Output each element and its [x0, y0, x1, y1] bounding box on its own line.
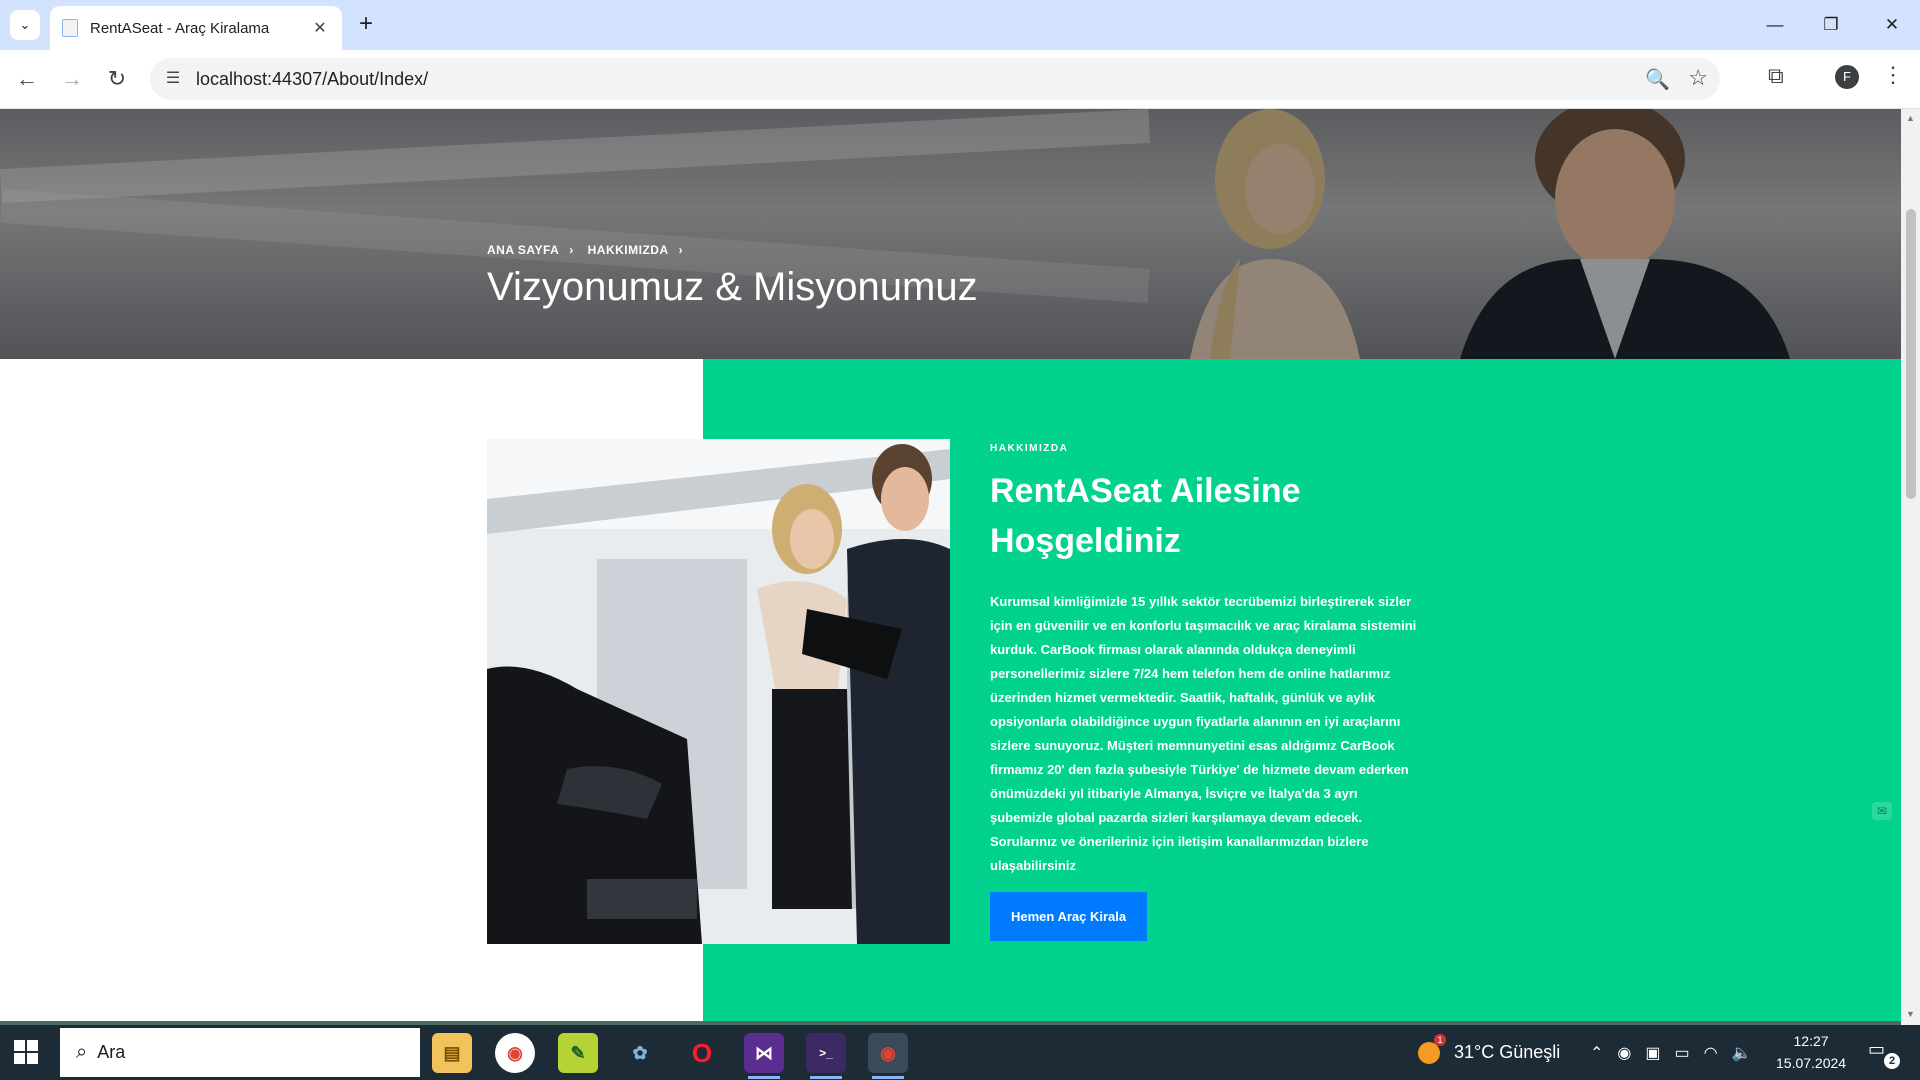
scroll-up-arrow-icon[interactable]: ▲: [1906, 113, 1915, 123]
showroom-couple-car-image: [487, 439, 950, 944]
weather-text: 31°C Güneşli: [1454, 1042, 1561, 1062]
chrome-profile-icon[interactable]: ◉: [868, 1033, 908, 1079]
browser-toolbar: ← → ↻ ☰ localhost:44307/About/Index/ 🔍 ☆…: [0, 50, 1920, 109]
file-explorer-icon[interactable]: ▤: [432, 1033, 472, 1073]
weather-sun-icon: [1418, 1033, 1446, 1064]
chevron-right-icon: ›: [678, 243, 684, 257]
windows-start-icon[interactable]: [14, 1040, 38, 1064]
about-paragraph: Kurumsal kimliğimizle 15 yıllık sektör t…: [990, 594, 1417, 873]
page-viewport: ANA SAYFA › HAKKIMIZDA › Vizyonumuz & Misy…: [0, 109, 1901, 1025]
breadcrumb-current: HAKKIMIZDA: [587, 243, 669, 257]
about-content: HAKKIMIZDA RentASeat Ailesine Hoşgeldini…: [990, 439, 1420, 941]
chat-widget-icon[interactable]: ✉: [1872, 802, 1892, 820]
hero-banner: ANA SAYFA › HAKKIMIZDA › Vizyonumuz & Misy…: [0, 109, 1901, 359]
browser-window: ⌄ RentASeat - Araç Kiralama ✕ + — ❐ ✕ ← …: [0, 0, 1920, 1025]
taskbar-search-box[interactable]: ⌕ Ara: [60, 1028, 420, 1077]
show-hidden-icons-chevron-icon[interactable]: ⌃: [1590, 1043, 1603, 1063]
taskbar-search-placeholder: Ara: [97, 1042, 126, 1062]
reload-icon[interactable]: ↻: [101, 63, 133, 95]
scrollbar-thumb[interactable]: [1906, 209, 1916, 499]
notification-count: 2: [1884, 1053, 1900, 1069]
opera-icon[interactable]: O: [682, 1033, 722, 1073]
breadcrumb-home[interactable]: ANA SAYFA: [487, 243, 559, 257]
tab-active[interactable]: RentASeat - Araç Kiralama ✕: [50, 6, 342, 50]
rent-car-button[interactable]: Hemen Araç Kirala: [990, 892, 1148, 941]
zoom-icon[interactable]: 🔍: [1645, 67, 1670, 92]
back-arrow-icon[interactable]: ←: [11, 63, 43, 95]
bookmark-star-icon[interactable]: ☆: [1688, 65, 1708, 91]
heading-line-2: Hoşgeldiniz: [990, 522, 1181, 560]
address-bar[interactable]: ☰ localhost:44307/About/Index/ 🔍 ☆: [150, 58, 1720, 100]
camera-icon[interactable]: ▣: [1645, 1043, 1660, 1063]
volume-icon[interactable]: 🔈: [1732, 1043, 1752, 1063]
clock[interactable]: 12:27 15.07.2024: [1776, 1030, 1846, 1074]
terminal-icon[interactable]: >_: [806, 1033, 846, 1079]
chrome-icon[interactable]: ◉: [495, 1033, 535, 1073]
wifi-icon[interactable]: ◠: [1704, 1043, 1718, 1063]
paint-app-icon[interactable]: ✿: [620, 1033, 660, 1073]
page-title: Vizyonumuz & Misyonumuz: [487, 265, 978, 309]
browser-menu-icon[interactable]: ⋮: [1882, 62, 1904, 88]
visual-studio-icon[interactable]: ⋈: [744, 1033, 784, 1079]
new-tab-plus-icon[interactable]: +: [352, 10, 380, 40]
system-tray: ⌃ ◉ ▣ ▭ ◠ 🔈: [1590, 1025, 1752, 1080]
notification-center-icon[interactable]: ▭ 2: [1868, 1039, 1900, 1069]
about-image: [487, 439, 950, 944]
forward-arrow-icon[interactable]: →: [56, 63, 88, 95]
tab-search-chevron-icon[interactable]: ⌄: [10, 10, 40, 40]
windows-taskbar: ⌕ Ara ▤ ◉ ✎ ✿ O ⋈ >_ ◉ 31°C Güneşli ⌃ ◉ …: [0, 1025, 1920, 1080]
heading-line-1: RentASeat Ailesine: [990, 472, 1301, 510]
clock-date: 15.07.2024: [1776, 1055, 1847, 1071]
profile-avatar[interactable]: F: [1835, 65, 1859, 89]
restore-icon[interactable]: ❐: [1803, 0, 1859, 50]
app-tool-icon[interactable]: ✎: [558, 1033, 598, 1073]
page-favicon-icon: [62, 19, 78, 37]
clock-time: 12:27: [1793, 1033, 1829, 1049]
record-icon[interactable]: ◉: [1617, 1043, 1631, 1063]
search-icon: ⌕: [76, 1041, 88, 1063]
hero-dark-overlay: [0, 109, 1901, 359]
chevron-right-icon: ›: [569, 243, 574, 257]
battery-icon[interactable]: ▭: [1675, 1043, 1690, 1063]
section-heading: RentASeat Ailesine Hoşgeldiniz: [990, 466, 1420, 566]
url-text[interactable]: localhost:44307/About/Index/: [196, 69, 428, 90]
minimize-icon[interactable]: —: [1747, 0, 1803, 50]
scroll-down-arrow-icon[interactable]: ▼: [1906, 1009, 1915, 1019]
breadcrumb: ANA SAYFA › HAKKIMIZDA ›: [487, 243, 693, 257]
tab-strip: ⌄ RentASeat - Araç Kiralama ✕ + — ❐ ✕: [0, 0, 1920, 50]
tab-close-icon[interactable]: ✕: [310, 18, 330, 38]
page-scrollbar[interactable]: ▲ ▼: [1901, 109, 1920, 1025]
site-info-icon[interactable]: ☰: [162, 68, 184, 90]
close-window-icon[interactable]: ✕: [1864, 0, 1920, 50]
section-subheading: HAKKIMIZDA: [990, 443, 1069, 454]
extensions-puzzle-icon[interactable]: ⧉: [1768, 63, 1784, 89]
weather-widget[interactable]: 31°C Güneşli: [1418, 1025, 1560, 1080]
tab-title: RentASeat - Araç Kiralama: [90, 19, 270, 37]
